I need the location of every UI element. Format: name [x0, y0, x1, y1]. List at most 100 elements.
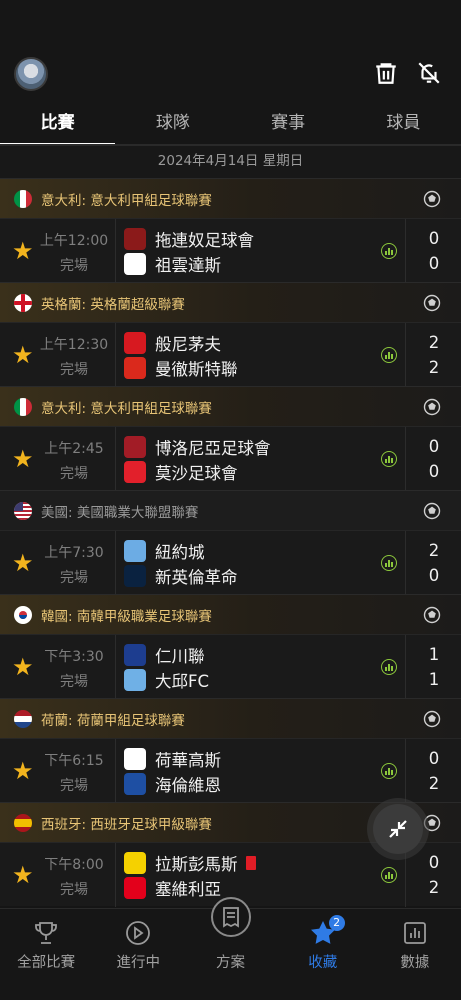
trash-icon[interactable] — [373, 60, 399, 86]
league-header[interactable]: 意大利: 意大利甲組足球聯賽 — [0, 178, 461, 218]
league-header[interactable]: 荷蘭: 荷蘭甲組足球聯賽 — [0, 698, 461, 738]
league-name: 美國: 美國職業大聯盟聯賽 — [41, 504, 199, 521]
stats-icon[interactable] — [381, 659, 397, 675]
away-score: 1 — [428, 670, 440, 689]
play-icon — [126, 921, 151, 945]
away-score: 2 — [428, 358, 440, 377]
trophy-icon — [35, 922, 57, 944]
away-crest-icon — [124, 877, 146, 899]
league-header[interactable]: 英格蘭: 英格蘭超級聯賽 — [0, 282, 461, 322]
match-row[interactable]: ★ 上午7:30 完場 紐約城 新英倫革命 2 0 — [0, 530, 461, 595]
tab-matches[interactable]: 比賽 — [0, 104, 116, 145]
stats-icon[interactable] — [381, 763, 397, 779]
plans-raised-button — [210, 897, 251, 937]
away-team: 大邱FC — [124, 668, 209, 692]
favorite-star-icon[interactable]: ★ — [12, 239, 34, 263]
bell-off-icon[interactable] — [416, 60, 442, 86]
away-team-name: 莫沙足球會 — [155, 464, 238, 483]
home-team: 仁川聯 — [124, 643, 205, 667]
favorite-star-icon[interactable]: ★ — [12, 759, 34, 783]
favorites-badge: 2 — [328, 915, 345, 931]
match-time: 下午8:00 — [44, 857, 104, 873]
tab-teams[interactable]: 球隊 — [115, 104, 230, 144]
match-status: 完場 — [60, 570, 88, 586]
collapse-button[interactable] — [373, 804, 423, 854]
match-row[interactable]: ★ 下午6:15 完場 荷華高斯 海倫維恩 0 2 — [0, 738, 461, 803]
league-name: 意大利: 意大利甲組足球聯賽 — [41, 400, 212, 417]
tab-competitions[interactable]: 賽事 — [231, 104, 346, 144]
avatar[interactable] — [14, 57, 48, 91]
nav-all-matches[interactable]: 全部比賽 — [0, 909, 92, 1000]
favorite-star-icon[interactable]: ★ — [12, 863, 34, 887]
nav-data[interactable]: 數據 — [369, 909, 461, 1000]
home-crest-icon — [124, 540, 146, 562]
stats-icon[interactable] — [381, 347, 397, 363]
away-team: 海倫維恩 — [124, 772, 221, 796]
football-icon[interactable] — [423, 502, 441, 520]
match-time: 上午12:00 — [39, 233, 109, 249]
league-header[interactable]: 意大利: 意大利甲組足球聯賽 — [0, 386, 461, 426]
home-crest-icon — [124, 748, 146, 770]
home-team-name: 荷華高斯 — [155, 751, 221, 770]
document-icon — [222, 907, 239, 928]
date-header: 2024年4月14日 星期日 — [0, 146, 461, 178]
row-divider — [115, 635, 116, 699]
favorite-star-icon[interactable]: ★ — [12, 343, 34, 367]
score-divider — [405, 427, 406, 491]
favorite-star-icon[interactable]: ★ — [12, 551, 34, 575]
match-row[interactable]: ★ 下午3:30 完場 仁川聯 大邱FC 1 1 — [0, 634, 461, 699]
nav-label: 進行中 — [116, 955, 161, 971]
football-icon[interactable] — [423, 710, 441, 728]
match-time: 上午2:45 — [44, 441, 104, 457]
favorite-star-icon[interactable]: ★ — [12, 655, 34, 679]
match-row[interactable]: ★ 上午12:00 完場 拖連奴足球會 祖雲達斯 0 0 — [0, 218, 461, 283]
league-header[interactable]: 韓國: 南韓甲級職業足球聯賽 — [0, 594, 461, 634]
stats-icon[interactable] — [381, 451, 397, 467]
tab-players[interactable]: 球員 — [346, 104, 461, 144]
home-score: 0 — [428, 749, 440, 768]
away-score: 2 — [428, 878, 440, 897]
football-icon[interactable] — [423, 190, 441, 208]
nav-label: 全部比賽 — [17, 955, 76, 971]
home-score: 0 — [428, 229, 440, 248]
nav-favorites[interactable]: 2 收藏 — [277, 909, 369, 1000]
chart-icon — [404, 922, 426, 944]
home-score: 0 — [428, 853, 440, 872]
football-icon[interactable] — [423, 294, 441, 312]
home-team-name: 拉斯彭馬斯 — [155, 855, 238, 874]
stats-icon[interactable] — [381, 243, 397, 259]
home-crest-icon — [124, 332, 146, 354]
away-score: 0 — [428, 254, 440, 273]
stats-icon[interactable] — [381, 867, 397, 883]
nav-label: 數據 — [400, 955, 430, 971]
away-team-name: 塞維利亞 — [155, 880, 221, 899]
away-team: 塞維利亞 — [124, 876, 221, 900]
nav-plans[interactable]: 方案 — [184, 897, 276, 1000]
football-icon[interactable] — [423, 606, 441, 624]
match-row[interactable]: ★ 上午2:45 完場 博洛尼亞足球會 莫沙足球會 0 0 — [0, 426, 461, 491]
away-team: 新英倫革命 — [124, 564, 238, 588]
away-crest-icon — [124, 253, 146, 275]
away-team: 曼徹斯特聯 — [124, 356, 238, 380]
league-header[interactable]: 美國: 美國職業大聯盟聯賽 — [0, 490, 461, 530]
row-divider — [115, 219, 116, 283]
korea-flag-icon — [14, 605, 32, 624]
football-icon[interactable] — [423, 814, 441, 832]
match-status: 完場 — [60, 362, 88, 378]
home-crest-icon — [124, 644, 146, 666]
match-time: 下午3:30 — [44, 649, 104, 665]
away-team-name: 大邱FC — [155, 672, 210, 691]
favorite-star-icon[interactable]: ★ — [12, 447, 34, 471]
away-crest-icon — [124, 461, 146, 483]
home-team: 荷華高斯 — [124, 747, 221, 771]
row-divider — [115, 843, 116, 907]
league-name: 荷蘭: 荷蘭甲組足球聯賽 — [41, 712, 185, 729]
match-row[interactable]: ★ 上午12:30 完場 般尼茅夫 曼徹斯特聯 2 2 — [0, 322, 461, 387]
match-status: 完場 — [60, 882, 88, 898]
football-icon[interactable] — [423, 398, 441, 416]
nav-live[interactable]: 進行中 — [92, 909, 184, 1000]
match-status: 完場 — [60, 778, 88, 794]
match-status: 完場 — [60, 674, 88, 690]
home-crest-icon — [124, 228, 146, 250]
stats-icon[interactable] — [381, 555, 397, 571]
